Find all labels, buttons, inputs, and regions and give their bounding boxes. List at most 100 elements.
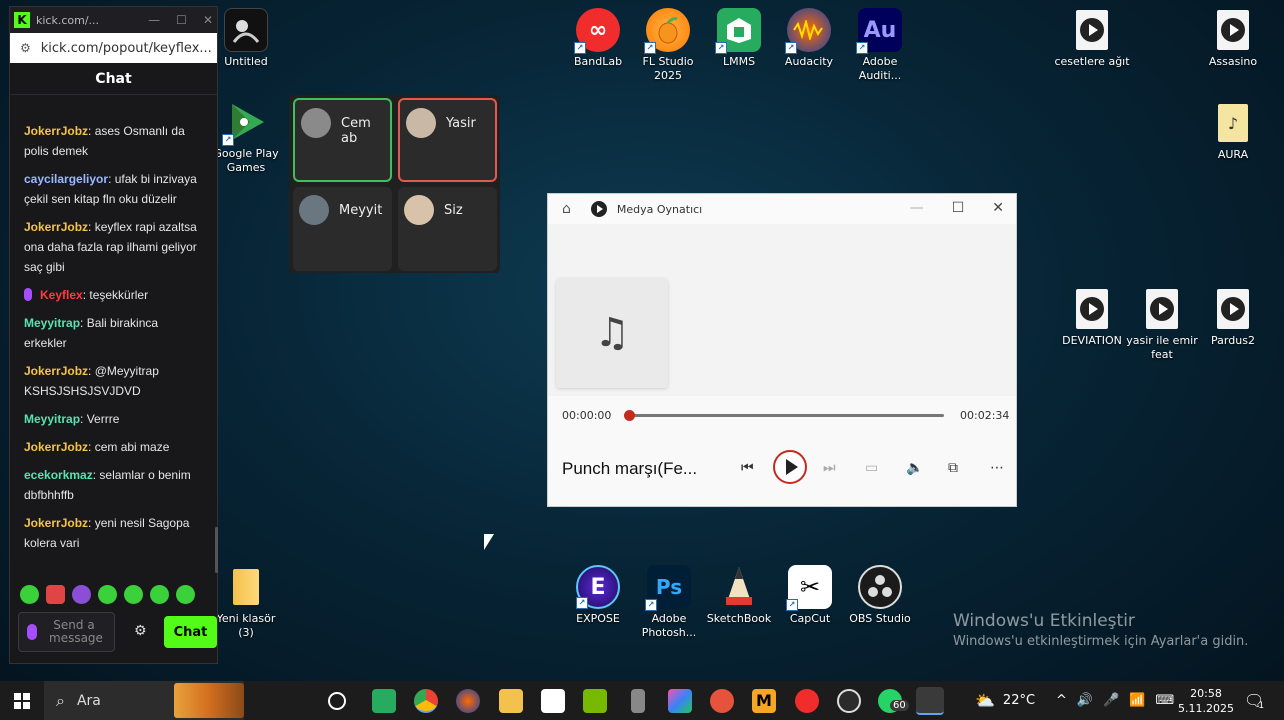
desktop-icon-lmms[interactable]: ↗ LMMS	[701, 8, 777, 69]
desktop-icon-fl-studio[interactable]: ↗ FL Studio 2025	[630, 8, 706, 83]
lmms-taskbar-icon[interactable]	[372, 689, 396, 713]
site-settings-icon[interactable]: ⚙	[20, 41, 31, 55]
desktop-icon-label: CapCut	[789, 612, 831, 625]
address-bar[interactable]: ⚙ kick.com/popout/keyflex...	[10, 33, 217, 63]
obs-taskbar-icon[interactable]	[837, 689, 861, 713]
clock[interactable]: 20:58 5.11.2025	[1178, 681, 1234, 720]
wifi-icon[interactable]: 📶	[1129, 693, 1145, 708]
microsoft-365-icon[interactable]	[668, 689, 692, 713]
chat-username[interactable]: Meyyitrap	[24, 412, 80, 426]
maximize-icon[interactable]: ☐	[176, 13, 187, 27]
desktop-icon-cesetlere-agit[interactable]: cesetlere ağıt	[1054, 8, 1130, 69]
desktop-icon-deviation[interactable]: DEVIATION	[1054, 287, 1130, 348]
desktop-icon-google-play-games[interactable]: ↗ Google Play Games	[208, 100, 284, 175]
keyboard-icon[interactable]: ⌨	[1155, 693, 1174, 708]
media-player-taskbar-icon[interactable]	[916, 687, 944, 715]
chat-username[interactable]: JokerrJobz	[24, 124, 88, 138]
desktop-icon-adobe-photoshop[interactable]: Ps ↗ Adobe Photosh...	[631, 565, 707, 640]
desktop-icon-yasir-ile-emir-feat[interactable]: yasir ile emir feat	[1124, 287, 1200, 362]
chat-username[interactable]: Keyflex	[40, 288, 83, 302]
home-icon[interactable]: ⌂	[562, 201, 571, 217]
start-button[interactable]	[0, 681, 44, 720]
taskbar-search[interactable]: ⌕ Ara	[44, 681, 244, 720]
chat-scrollbar[interactable]	[215, 527, 218, 573]
play-button[interactable]	[773, 450, 807, 484]
microphone-icon[interactable]: 🎤	[1103, 693, 1119, 708]
participant-tile[interactable]: Yasir	[398, 98, 497, 182]
audacity-icon: ↗	[785, 8, 831, 54]
desktop-icon-capcut[interactable]: ✂ ↗ CapCut	[772, 565, 848, 626]
participant-tile[interactable]: Siz	[398, 187, 497, 271]
desktop-icon-bandlab[interactable]: ∞ ↗ BandLab	[560, 8, 636, 69]
chat-message: JokerrJobz: ases Osmanlı da polis demek	[24, 124, 185, 158]
desktop-icon-pardus2[interactable]: Pardus2	[1195, 287, 1271, 348]
chat-username[interactable]: Meyyitrap	[24, 316, 80, 330]
desktop-icon-obs-studio[interactable]: OBS Studio	[842, 565, 918, 626]
chat-username[interactable]: ecekorkmaz	[24, 468, 93, 482]
chevron-up-icon[interactable]: ^	[1056, 693, 1067, 708]
previous-track-icon[interactable]: ⏮	[741, 460, 754, 476]
desktop-icon-label: Google Play Games	[213, 147, 279, 174]
nvidia-icon[interactable]	[583, 689, 607, 713]
chat-username[interactable]: caycilargeliyor	[24, 172, 108, 186]
seek-bar[interactable]	[628, 414, 944, 417]
system-tray: ^ 🔊 🎤 📶 ⌨	[1056, 681, 1174, 720]
bandlab-taskbar-icon[interactable]	[795, 689, 819, 713]
participant-tile[interactable]: Meyyit	[293, 187, 392, 271]
chat-message: Meyyitrap: Verrre	[24, 412, 120, 426]
chat-username[interactable]: JokerrJobz	[24, 516, 88, 530]
video-file-icon	[1140, 287, 1184, 331]
chrome-icon[interactable]	[414, 689, 438, 713]
desktop-icon-yeni-klasor[interactable]: Yeni klasör (3)	[208, 565, 284, 640]
emote-icon[interactable]	[46, 585, 65, 604]
close-icon[interactable]: ✕	[203, 13, 213, 27]
notification-center[interactable]: 🗨 1	[1244, 681, 1264, 720]
emote-icon[interactable]	[176, 585, 195, 604]
volume-icon[interactable]: 🔈	[906, 460, 923, 476]
mixcraft-icon[interactable]: M	[752, 689, 776, 713]
chat-username[interactable]: JokerrJobz	[24, 364, 88, 378]
emote-icon[interactable]	[124, 585, 143, 604]
desktop-icon-untitled[interactable]: Untitled	[208, 8, 284, 69]
video-file-icon	[1070, 8, 1114, 52]
desktop-icon-audacity[interactable]: ↗ Audacity	[771, 8, 847, 69]
chat-send-button[interactable]: Chat	[164, 616, 217, 648]
chat-message: JokerrJobz: @Meyyitrap KSHSJSHSJSVJDVD	[24, 364, 159, 398]
emote-icon[interactable]	[98, 585, 117, 604]
desktop-icon-label: Pardus2	[1211, 334, 1255, 347]
desktop-icon-sketchbook[interactable]: SketchBook	[701, 565, 777, 626]
next-track-icon[interactable]: ⏭	[823, 460, 836, 476]
cortana-icon[interactable]	[328, 692, 346, 710]
emote-icon[interactable]	[150, 585, 169, 604]
chat-username[interactable]: JokerrJobz	[24, 220, 88, 234]
desktop-icon-assasino[interactable]: Assasino	[1195, 8, 1271, 69]
minimize-icon[interactable]: —	[910, 200, 924, 216]
weather-widget[interactable]: ⛅ 22°C	[975, 681, 1035, 720]
more-options-icon[interactable]: ⋯	[990, 460, 1004, 476]
desktop-icon-aura[interactable]: ♪ AURA	[1195, 101, 1271, 162]
file-explorer-icon[interactable]	[499, 689, 523, 713]
maximize-icon[interactable]: ☐	[952, 200, 965, 216]
desktop-icon-adobe-audition[interactable]: Au ↗ Adobe Auditi...	[842, 8, 918, 83]
desktop-icon-expose[interactable]: E ↗ EXPOSE	[560, 565, 636, 626]
chat-settings-gear-icon[interactable]: ⚙	[134, 623, 147, 639]
capcut-taskbar-icon[interactable]	[541, 689, 565, 713]
chat-text: teşekkürler	[89, 288, 149, 302]
folder-icon	[224, 565, 268, 609]
captions-icon[interactable]: ▭	[865, 460, 878, 476]
microphone-app-icon[interactable]	[631, 689, 645, 713]
chat-message-input[interactable]: Send a message	[18, 612, 115, 652]
participant-tile[interactable]: Cem ab	[293, 98, 392, 182]
minimize-icon[interactable]: —	[148, 13, 160, 27]
seek-handle[interactable]	[624, 410, 635, 421]
speaker-icon[interactable]: 🔊	[1077, 693, 1093, 708]
emote-icon[interactable]	[20, 585, 39, 604]
current-time: 00:00:00	[562, 409, 612, 422]
close-icon[interactable]: ✕	[992, 200, 1004, 216]
emote-icon[interactable]	[72, 585, 91, 604]
xmind-icon[interactable]	[710, 689, 734, 713]
chat-message-list: JokerrJobz: ases Osmanlı da polis demek …	[10, 113, 210, 573]
app-taskbar-icon[interactable]	[456, 689, 480, 713]
chat-username[interactable]: JokerrJobz	[24, 440, 88, 454]
mini-player-icon[interactable]: ⧉	[948, 460, 958, 476]
